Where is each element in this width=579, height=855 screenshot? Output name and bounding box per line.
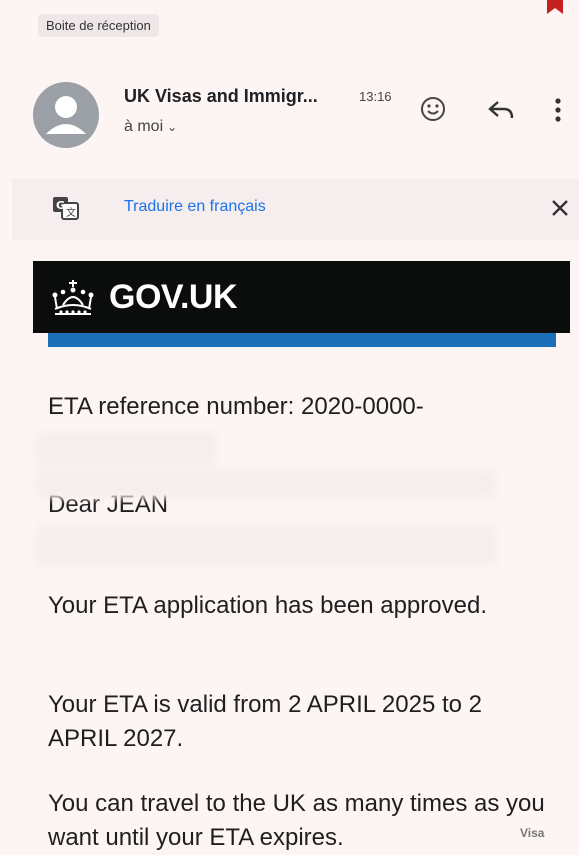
- travel-message: You can travel to the UK as many times a…: [48, 790, 545, 851]
- govuk-title: GOV.UK: [109, 278, 238, 316]
- translate-link[interactable]: Traduire en français: [124, 198, 266, 216]
- watermark-logo: Visa: [520, 826, 545, 840]
- redacted-block-1: [36, 470, 496, 498]
- govuk-header: GOV.UK: [33, 261, 570, 333]
- govuk-blue-stripe: [48, 333, 556, 347]
- emoji-icon[interactable]: [419, 95, 447, 123]
- crown-icon: [52, 280, 94, 315]
- sender-name: UK Visas and Immigr...: [124, 86, 318, 106]
- eta-reference: ETA reference number: 2020-0000-: [48, 393, 424, 420]
- inbox-label-chip[interactable]: Boite de réception: [38, 14, 159, 37]
- translate-icon: G 文: [53, 197, 79, 220]
- recipient-toggle[interactable]: à moi ⌄: [124, 118, 177, 136]
- reply-icon[interactable]: [487, 98, 515, 122]
- message-time: 13:16: [359, 89, 392, 104]
- more-vert-icon[interactable]: [553, 96, 563, 124]
- svg-text:文: 文: [66, 206, 76, 219]
- svg-text:G: G: [56, 199, 65, 212]
- validity-message: Your ETA is valid from 2 APRIL 2025 to 2…: [48, 691, 483, 752]
- chevron-down-icon: ⌄: [167, 120, 178, 134]
- translate-bar: G 文 Traduire en français: [12, 178, 579, 240]
- close-icon[interactable]: [550, 198, 570, 218]
- redacted-block-2: [36, 525, 496, 565]
- recipient-label: à moi: [124, 118, 164, 135]
- redacted-reference: [36, 432, 216, 466]
- avatar-icon: [46, 96, 86, 134]
- avatar[interactable]: [33, 82, 99, 148]
- approval-message: Your ETA application has been approved.: [48, 592, 487, 619]
- bookmark-icon[interactable]: [547, 0, 563, 14]
